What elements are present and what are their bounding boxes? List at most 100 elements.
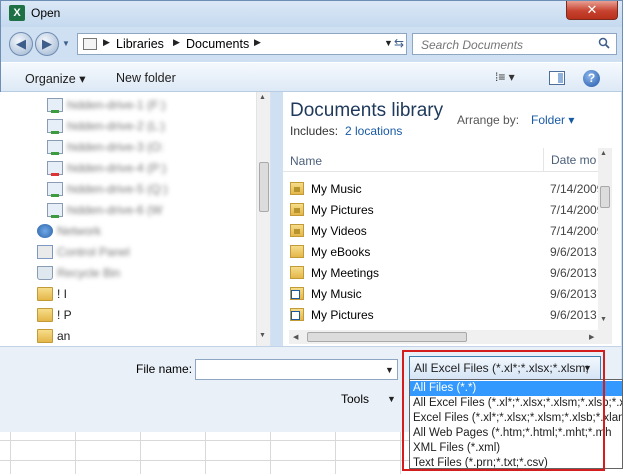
help-icon[interactable]: ? bbox=[583, 70, 600, 87]
nav-item-label: hidden-drive-5 (Q:) bbox=[67, 182, 168, 196]
nav-item-label: hidden-drive-1 (F:) bbox=[67, 98, 166, 112]
window-title: Open bbox=[31, 6, 61, 20]
grid-line bbox=[10, 432, 11, 474]
file-name: My Videos bbox=[311, 224, 367, 238]
scroll-down-icon[interactable]: ▼ bbox=[600, 316, 607, 323]
file-row[interactable]: My Pictures 9/6/2013 bbox=[283, 305, 603, 326]
file-date: 9/6/2013 bbox=[550, 308, 597, 322]
scroll-down-icon[interactable]: ▼ bbox=[259, 332, 266, 339]
scroll-left-icon[interactable]: ◀ bbox=[293, 333, 298, 341]
back-button[interactable]: ◀ bbox=[9, 32, 33, 56]
locked-folder-icon bbox=[290, 203, 304, 216]
file-row[interactable]: My Pictures 7/14/2009 bbox=[283, 200, 603, 221]
folder-icon bbox=[290, 266, 304, 279]
grid-line bbox=[270, 432, 271, 474]
nav-item-label: Recycle Bin bbox=[57, 266, 121, 280]
breadcrumb-documents[interactable]: Documents bbox=[186, 37, 249, 51]
change-view-icon[interactable]: ⁞≡ ▾ bbox=[495, 70, 515, 84]
file-name: My eBooks bbox=[311, 245, 371, 259]
includes-label: Includes: bbox=[290, 124, 339, 138]
content-vertical-scrollbar[interactable]: ▲ ▼ bbox=[598, 148, 612, 330]
breadcrumb-separator-icon[interactable]: ▶ bbox=[173, 37, 180, 48]
navigation-pane: hidden-drive-1 (F:) hidden-drive-2 (L:) … bbox=[0, 92, 271, 346]
nav-item-label: hidden-drive-4 (P:) bbox=[67, 161, 167, 175]
file-date: 7/14/2009 bbox=[550, 203, 604, 217]
tools-button[interactable]: Tools bbox=[341, 392, 369, 406]
file-name: My Meetings bbox=[311, 266, 380, 280]
toolbar: Organize ▾ New folder ⁞≡ ▾ ? bbox=[1, 62, 622, 92]
file-row[interactable]: My Videos 7/14/2009 bbox=[283, 221, 603, 242]
scroll-up-icon[interactable]: ▲ bbox=[259, 94, 266, 101]
file-name-label: File name: bbox=[136, 362, 193, 376]
preview-pane-icon[interactable] bbox=[549, 71, 565, 85]
folder-icon bbox=[37, 287, 53, 301]
arrange-by-label: Arrange by: bbox=[457, 113, 520, 127]
network-icon bbox=[37, 224, 53, 238]
file-date: 9/6/2013 bbox=[550, 266, 597, 280]
breadcrumb-separator-icon[interactable]: ▶ bbox=[254, 37, 261, 48]
grid-line bbox=[75, 432, 76, 474]
file-row[interactable]: My eBooks 9/6/2013 bbox=[283, 242, 603, 263]
shortcut-folder-icon bbox=[290, 308, 304, 321]
file-name: My Music bbox=[311, 287, 362, 301]
title-bar: X Open ✕ bbox=[1, 1, 622, 27]
grid-line bbox=[335, 432, 336, 474]
file-date: 9/6/2013 bbox=[550, 245, 597, 259]
recent-locations-dropdown[interactable]: ▼ bbox=[62, 39, 72, 49]
nav-item-label: ! P bbox=[57, 308, 72, 322]
address-bar[interactable]: ▶ Libraries ▶ Documents ▶ bbox=[77, 33, 407, 55]
close-button[interactable]: ✕ bbox=[566, 1, 618, 20]
file-date: 9/6/2013 bbox=[550, 287, 597, 301]
scroll-up-icon[interactable]: ▲ bbox=[600, 150, 607, 157]
search-icon[interactable] bbox=[598, 37, 610, 49]
file-name-input[interactable] bbox=[195, 359, 398, 380]
library-title: Documents library bbox=[290, 100, 444, 121]
grid-line bbox=[400, 432, 401, 474]
forward-button[interactable]: ▶ bbox=[35, 32, 59, 56]
navpane-scrollbar[interactable]: ▲ ▼ bbox=[256, 92, 270, 346]
breadcrumb-separator-icon[interactable]: ▶ bbox=[103, 37, 110, 48]
network-drive-icon bbox=[47, 98, 63, 113]
locked-folder-icon bbox=[290, 224, 304, 237]
highlight-annotation bbox=[402, 350, 605, 471]
locations-link[interactable]: 2 locations bbox=[345, 124, 402, 138]
grid-line bbox=[205, 432, 206, 474]
locked-folder-icon bbox=[290, 182, 304, 195]
tools-dropdown-icon[interactable]: ▼ bbox=[387, 394, 396, 404]
nav-item-label: Network bbox=[57, 224, 102, 238]
address-dropdown-icon[interactable]: ▼ bbox=[384, 38, 393, 48]
new-folder-button[interactable]: New folder bbox=[116, 71, 176, 85]
folder-icon bbox=[83, 38, 97, 50]
file-name: My Pictures bbox=[311, 308, 374, 322]
file-row[interactable]: My Meetings 9/6/2013 bbox=[283, 263, 603, 284]
search-input[interactable] bbox=[421, 38, 591, 52]
nav-item-label: ! I bbox=[57, 287, 68, 301]
arrange-by-dropdown[interactable]: Folder ▾ bbox=[531, 113, 574, 127]
content-horizontal-scrollbar[interactable]: ◀ ▶ bbox=[289, 330, 612, 344]
file-name: My Pictures bbox=[311, 203, 374, 217]
search-box[interactable] bbox=[412, 33, 617, 55]
content-pane: Documents library Includes: 2 locations … bbox=[283, 92, 621, 346]
nav-item-label: hidden-drive-2 (L:) bbox=[67, 119, 166, 133]
column-header-name[interactable]: Name bbox=[290, 154, 322, 168]
file-name: My Music bbox=[311, 182, 362, 196]
scroll-thumb[interactable] bbox=[600, 186, 610, 208]
scroll-right-icon[interactable]: ▶ bbox=[589, 333, 594, 341]
folder-icon bbox=[37, 329, 53, 343]
column-header-date[interactable]: Date mo bbox=[543, 148, 596, 172]
nav-item-label: hidden-drive-3 (O: bbox=[67, 140, 164, 154]
file-name-dropdown-icon[interactable]: ▼ bbox=[385, 365, 394, 375]
breadcrumb-libraries[interactable]: Libraries bbox=[116, 37, 164, 51]
recycle-bin-icon bbox=[37, 266, 53, 280]
refresh-icon[interactable]: ⇆ bbox=[394, 36, 404, 50]
organize-button[interactable]: Organize ▾ bbox=[25, 71, 85, 86]
disconnected-drive-icon bbox=[47, 161, 63, 176]
file-row[interactable]: My Music 9/6/2013 bbox=[283, 284, 603, 305]
file-row[interactable]: My Music 7/14/2009 bbox=[283, 179, 603, 200]
network-drive-icon bbox=[47, 182, 63, 197]
scroll-thumb[interactable] bbox=[259, 162, 269, 212]
file-date: 7/14/2009 bbox=[550, 182, 604, 196]
excel-app-icon: X bbox=[9, 5, 25, 21]
network-drive-icon bbox=[47, 203, 63, 218]
scroll-thumb[interactable] bbox=[307, 332, 467, 342]
